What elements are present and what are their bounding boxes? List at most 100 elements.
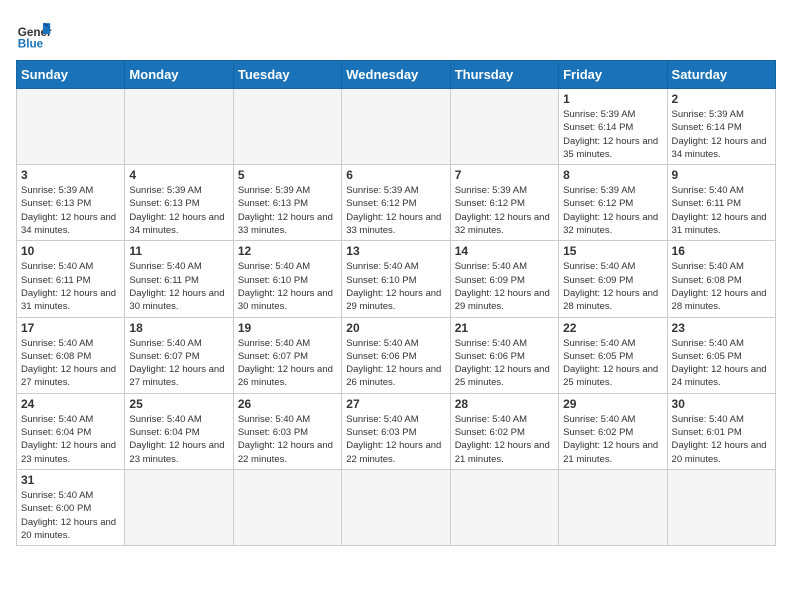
day-info: Sunrise: 5:40 AM Sunset: 6:06 PM Dayligh… [346,337,445,390]
calendar-cell: 21 Sunrise: 5:40 AM Sunset: 6:06 PM Dayli… [450,317,558,393]
calendar-table: SundayMondayTuesdayWednesdayThursdayFrid… [16,60,776,546]
day-number: 18 [129,321,228,335]
day-info: Sunrise: 5:40 AM Sunset: 6:07 PM Dayligh… [238,337,337,390]
calendar-cell: 10 Sunrise: 5:40 AM Sunset: 6:11 PM Dayli… [17,241,125,317]
day-info: Sunrise: 5:39 AM Sunset: 6:13 PM Dayligh… [21,184,120,237]
calendar-cell: 6Sunrise: 5:39 AM Sunset: 6:12 PM Daylig… [342,165,450,241]
calendar-cell: 23Sunrise: 5:40 AM Sunset: 6:05 PM Dayli… [667,317,775,393]
day-number: 1 [563,92,662,106]
day-info: Sunrise: 5:40 AM Sunset: 6:09 PM Dayligh… [563,260,662,313]
day-number: 12 [238,244,337,258]
calendar-week-row: 17 Sunrise: 5:40 AM Sunset: 6:08 PM Dayli… [17,317,776,393]
calendar-cell: 20Sunrise: 5:40 AM Sunset: 6:06 PM Dayli… [342,317,450,393]
calendar-cell [450,89,558,165]
calendar-cell: 18Sunrise: 5:40 AM Sunset: 6:07 PM Dayli… [125,317,233,393]
day-info: Sunrise: 5:40 AM Sunset: 6:11 PM Dayligh… [21,260,120,313]
day-info: Sunrise: 5:39 AM Sunset: 6:13 PM Dayligh… [129,184,228,237]
day-number: 22 [563,321,662,335]
weekday-header-monday: Monday [125,61,233,89]
day-info: Sunrise: 5:39 AM Sunset: 6:12 PM Dayligh… [455,184,554,237]
calendar-week-row: 31 Sunrise: 5:40 AM Sunset: 6:00 PM Dayli… [17,469,776,545]
day-info: Sunrise: 5:40 AM Sunset: 6:11 PM Dayligh… [129,260,228,313]
calendar-cell: 19Sunrise: 5:40 AM Sunset: 6:07 PM Dayli… [233,317,341,393]
day-number: 15 [563,244,662,258]
day-number: 25 [129,397,228,411]
calendar-cell: 28 Sunrise: 5:40 AM Sunset: 6:02 PM Dayli… [450,393,558,469]
calendar-cell: 3Sunrise: 5:39 AM Sunset: 6:13 PM Daylig… [17,165,125,241]
calendar-cell: 31 Sunrise: 5:40 AM Sunset: 6:00 PM Dayli… [17,469,125,545]
calendar-cell: 26 Sunrise: 5:40 AM Sunset: 6:03 PM Dayli… [233,393,341,469]
calendar-cell: 22 Sunrise: 5:40 AM Sunset: 6:05 PM Dayli… [559,317,667,393]
day-number: 29 [563,397,662,411]
day-info: Sunrise: 5:40 AM Sunset: 6:10 PM Dayligh… [238,260,337,313]
day-info: Sunrise: 5:40 AM Sunset: 6:03 PM Dayligh… [238,413,337,466]
weekday-header-saturday: Saturday [667,61,775,89]
day-info: Sunrise: 5:39 AM Sunset: 6:12 PM Dayligh… [563,184,662,237]
day-number: 28 [455,397,554,411]
calendar-cell [450,469,558,545]
calendar-cell: 8 Sunrise: 5:39 AM Sunset: 6:12 PM Daylig… [559,165,667,241]
day-info: Sunrise: 5:40 AM Sunset: 6:02 PM Dayligh… [455,413,554,466]
calendar-week-row: 10 Sunrise: 5:40 AM Sunset: 6:11 PM Dayli… [17,241,776,317]
calendar-cell: 16Sunrise: 5:40 AM Sunset: 6:08 PM Dayli… [667,241,775,317]
day-info: Sunrise: 5:40 AM Sunset: 6:08 PM Dayligh… [21,337,120,390]
day-number: 13 [346,244,445,258]
calendar-cell [125,469,233,545]
day-number: 31 [21,473,120,487]
calendar-week-row: 3Sunrise: 5:39 AM Sunset: 6:13 PM Daylig… [17,165,776,241]
calendar-cell [125,89,233,165]
weekday-header-sunday: Sunday [17,61,125,89]
day-info: Sunrise: 5:40 AM Sunset: 6:06 PM Dayligh… [455,337,554,390]
calendar-cell: 14Sunrise: 5:40 AM Sunset: 6:09 PM Dayli… [450,241,558,317]
calendar-header-row: SundayMondayTuesdayWednesdayThursdayFrid… [17,61,776,89]
calendar-cell: 13 Sunrise: 5:40 AM Sunset: 6:10 PM Dayli… [342,241,450,317]
page-header: General Blue [16,16,776,52]
day-number: 4 [129,168,228,182]
day-info: Sunrise: 5:40 AM Sunset: 6:00 PM Dayligh… [21,489,120,542]
weekday-header-thursday: Thursday [450,61,558,89]
calendar-cell: 15 Sunrise: 5:40 AM Sunset: 6:09 PM Dayli… [559,241,667,317]
weekday-header-tuesday: Tuesday [233,61,341,89]
calendar-cell: 27Sunrise: 5:40 AM Sunset: 6:03 PM Dayli… [342,393,450,469]
calendar-cell: 17 Sunrise: 5:40 AM Sunset: 6:08 PM Dayli… [17,317,125,393]
calendar-cell [559,469,667,545]
day-info: Sunrise: 5:39 AM Sunset: 6:13 PM Dayligh… [238,184,337,237]
day-number: 14 [455,244,554,258]
calendar-cell: 12 Sunrise: 5:40 AM Sunset: 6:10 PM Dayli… [233,241,341,317]
day-number: 17 [21,321,120,335]
calendar-cell: 29 Sunrise: 5:40 AM Sunset: 6:02 PM Dayli… [559,393,667,469]
day-info: Sunrise: 5:40 AM Sunset: 6:10 PM Dayligh… [346,260,445,313]
day-number: 26 [238,397,337,411]
day-number: 21 [455,321,554,335]
day-number: 24 [21,397,120,411]
calendar-cell [233,89,341,165]
calendar-cell: 30Sunrise: 5:40 AM Sunset: 6:01 PM Dayli… [667,393,775,469]
calendar-cell: 11Sunrise: 5:40 AM Sunset: 6:11 PM Dayli… [125,241,233,317]
generalblue-logo-icon: General Blue [16,16,52,52]
day-info: Sunrise: 5:40 AM Sunset: 6:03 PM Dayligh… [346,413,445,466]
calendar-cell [233,469,341,545]
calendar-cell [667,469,775,545]
day-number: 10 [21,244,120,258]
day-info: Sunrise: 5:40 AM Sunset: 6:05 PM Dayligh… [563,337,662,390]
calendar-cell: 2 Sunrise: 5:39 AM Sunset: 6:14 PM Daylig… [667,89,775,165]
calendar-cell: 24 Sunrise: 5:40 AM Sunset: 6:04 PM Dayli… [17,393,125,469]
day-number: 5 [238,168,337,182]
day-number: 23 [672,321,771,335]
day-info: Sunrise: 5:40 AM Sunset: 6:11 PM Dayligh… [672,184,771,237]
calendar-cell: 25 Sunrise: 5:40 AM Sunset: 6:04 PM Dayli… [125,393,233,469]
svg-text:Blue: Blue [18,38,44,51]
day-number: 2 [672,92,771,106]
calendar-cell: 4 Sunrise: 5:39 AM Sunset: 6:13 PM Daylig… [125,165,233,241]
day-info: Sunrise: 5:39 AM Sunset: 6:14 PM Dayligh… [563,108,662,161]
day-info: Sunrise: 5:39 AM Sunset: 6:14 PM Dayligh… [672,108,771,161]
calendar-cell [342,89,450,165]
day-number: 8 [563,168,662,182]
day-info: Sunrise: 5:40 AM Sunset: 6:04 PM Dayligh… [21,413,120,466]
day-info: Sunrise: 5:40 AM Sunset: 6:04 PM Dayligh… [129,413,228,466]
calendar-week-row: 1 Sunrise: 5:39 AM Sunset: 6:14 PM Daylig… [17,89,776,165]
weekday-header-wednesday: Wednesday [342,61,450,89]
day-info: Sunrise: 5:40 AM Sunset: 6:02 PM Dayligh… [563,413,662,466]
day-info: Sunrise: 5:39 AM Sunset: 6:12 PM Dayligh… [346,184,445,237]
calendar-week-row: 24 Sunrise: 5:40 AM Sunset: 6:04 PM Dayli… [17,393,776,469]
